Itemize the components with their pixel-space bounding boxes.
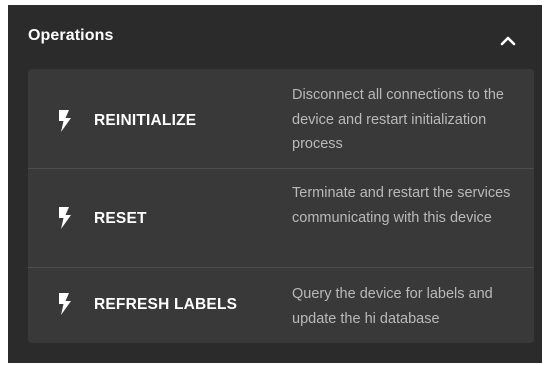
operation-label: REFRESH LABELS: [94, 296, 238, 313]
collapse-button[interactable]: [492, 25, 524, 57]
operation-label: REINITIALIZE: [94, 112, 197, 129]
lightning-bolt-icon: [59, 207, 71, 229]
operation-label: RESET: [94, 210, 147, 227]
lightning-bolt-icon: [59, 110, 71, 132]
operation-refresh-labels[interactable]: REFRESH LABELS Query the device for labe…: [28, 268, 534, 343]
operation-reinitialize[interactable]: REINITIALIZE Disconnect all connections …: [28, 69, 534, 168]
operation-reset[interactable]: RESET Terminate and restart the services…: [28, 169, 534, 267]
operations-list: REINITIALIZE Disconnect all connections …: [28, 69, 534, 343]
chevron-up-icon: [500, 36, 516, 46]
lightning-bolt-icon: [59, 293, 71, 315]
operations-panel: Operations REINITIALIZE Disconnect all c…: [8, 5, 542, 363]
operation-description: Query the device for labels and update t…: [292, 286, 493, 327]
operation-description: Disconnect all connections to the device…: [292, 87, 504, 152]
operation-description: Terminate and restart the services commu…: [292, 185, 511, 226]
panel-header[interactable]: Operations: [8, 5, 542, 67]
panel-title: Operations: [28, 27, 114, 44]
